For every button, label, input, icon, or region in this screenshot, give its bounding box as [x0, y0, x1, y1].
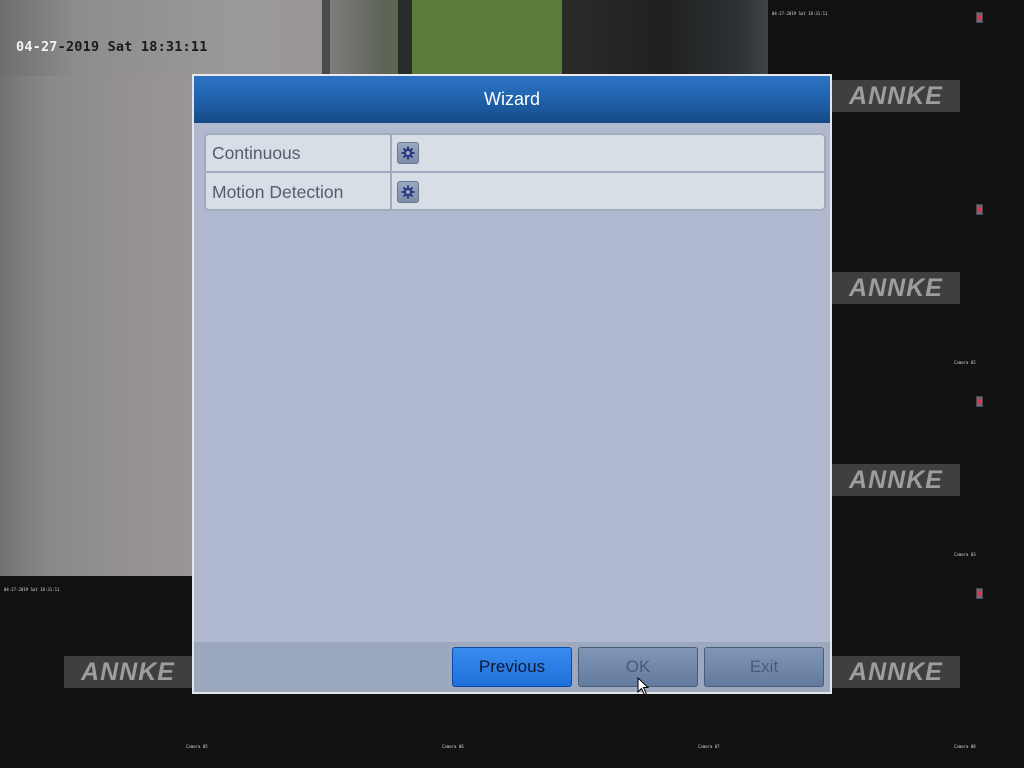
annke-logo: ANNKE — [832, 464, 960, 496]
camera-scene-wall — [0, 76, 196, 576]
record-mode-table: Continuous Motion Detection — [204, 133, 826, 211]
camera-scene-dark-panel — [560, 0, 768, 76]
camera-scene-frame — [322, 0, 330, 76]
osd-time-part: -2019 Sat 18:31:11 — [57, 39, 208, 55]
wizard-dialog: Wizard Continuous Motion Detection Previ… — [192, 74, 832, 694]
annke-logo: ANNKE — [64, 656, 192, 688]
row-value — [392, 135, 824, 171]
dialog-footer: Previous OK Exit — [194, 642, 830, 692]
record-mode-row-continuous: Continuous — [206, 135, 824, 173]
annke-logo: ANNKE — [832, 80, 960, 112]
dialog-header: Wizard — [194, 76, 830, 123]
annke-logo: ANNKE — [832, 656, 960, 688]
record-icon — [976, 204, 983, 215]
osd-date-part: 04-27 — [16, 39, 58, 55]
record-icon — [976, 588, 983, 599]
record-icon — [976, 12, 983, 23]
annke-logo: ANNKE — [832, 272, 960, 304]
previous-button[interactable]: Previous — [452, 647, 572, 687]
exit-button[interactable]: Exit — [704, 647, 824, 687]
tile-camera-label: Camera 03 — [954, 552, 976, 557]
tile-datetime: 04-27-2019 Sat 18:31:11 — [4, 587, 60, 592]
dialog-body: Continuous Motion Detection — [194, 123, 830, 642]
gear-icon — [401, 146, 415, 160]
row-value — [392, 173, 824, 209]
tile-camera-label: Camera 07 — [698, 744, 720, 749]
row-label: Continuous — [206, 135, 392, 171]
tile-datetime: 04-27-2019 Sat 18:31:11 — [772, 11, 828, 16]
osd-datetime: 04-27-2019 Sat 18:31:11 — [16, 39, 208, 55]
dialog-title: Wizard — [483, 89, 540, 109]
tile-camera-label: Camera 08 — [954, 744, 976, 749]
ok-button[interactable]: OK — [578, 647, 698, 687]
motion-detection-settings-button[interactable] — [397, 181, 419, 203]
tile-camera-label: Camera 06 — [442, 744, 464, 749]
gear-icon — [401, 185, 415, 199]
record-mode-row-motion-detection: Motion Detection — [206, 173, 824, 209]
camera-scene-frame — [398, 0, 412, 76]
camera-scene-green-area — [412, 0, 562, 76]
tile-camera-label: Camera 05 — [186, 744, 208, 749]
tile-camera-label: Camera 02 — [954, 360, 976, 365]
continuous-settings-button[interactable] — [397, 142, 419, 164]
row-label: Motion Detection — [206, 173, 392, 209]
record-icon — [976, 396, 983, 407]
